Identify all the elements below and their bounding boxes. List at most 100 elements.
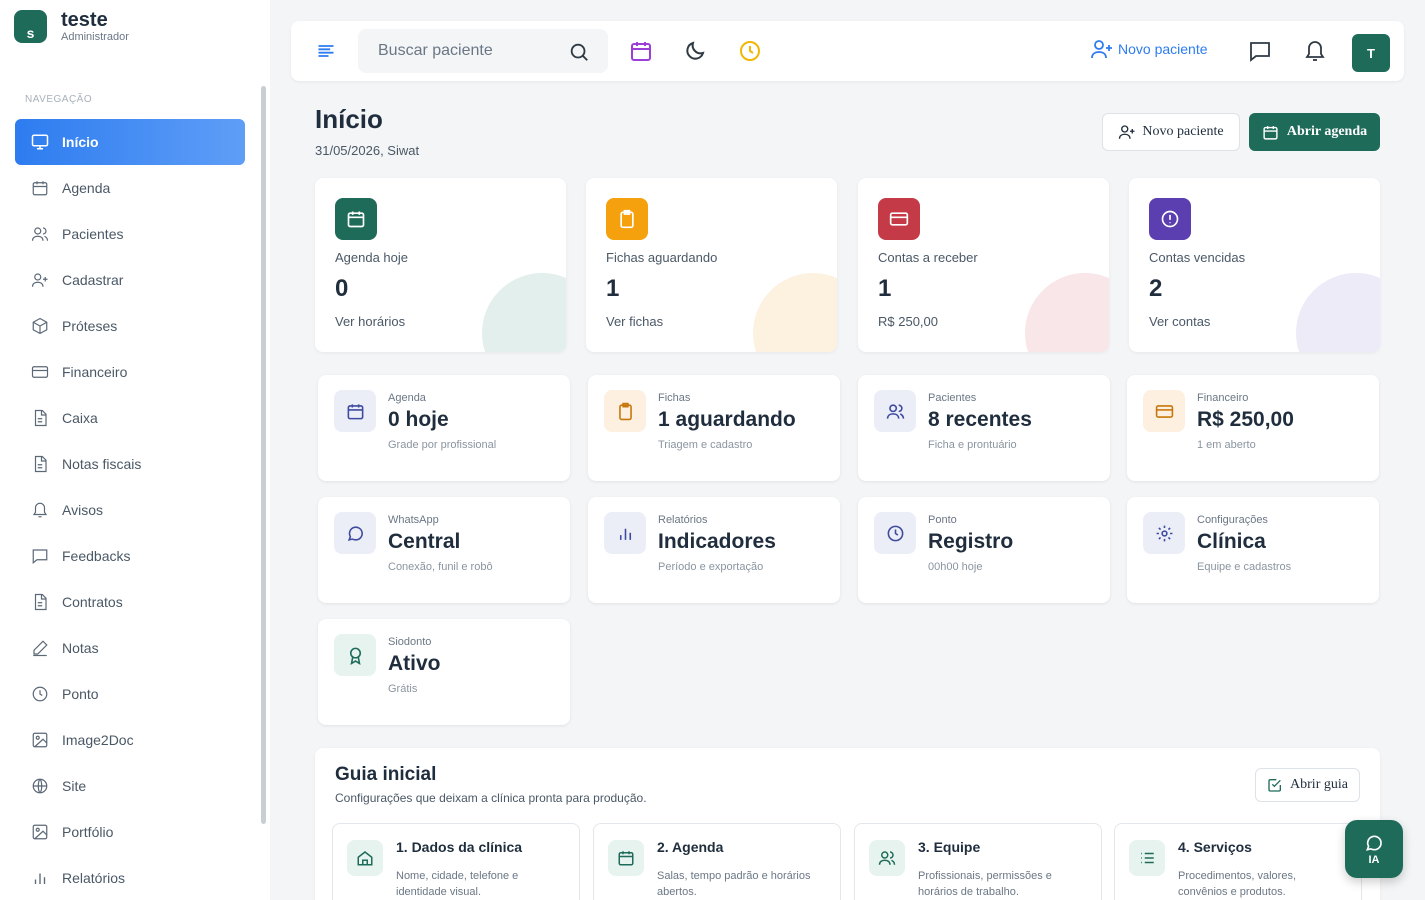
stat-badge bbox=[878, 198, 920, 240]
stat-decoration bbox=[1296, 273, 1380, 352]
topbar: Novo paciente T bbox=[291, 21, 1404, 81]
open-guide-button[interactable]: Abrir guia bbox=[1255, 768, 1360, 802]
nav-caption: NAVEGAÇÃO bbox=[25, 94, 93, 105]
pen-icon bbox=[33, 640, 48, 657]
guide-step-servicos[interactable]: 4. Serviços Procedimentos, valores, conv… bbox=[1114, 823, 1362, 900]
guide-step-badge bbox=[608, 840, 644, 876]
sidebar-item-label: Notas fiscais bbox=[62, 456, 142, 472]
module-badge bbox=[334, 634, 376, 676]
moon-icon[interactable] bbox=[683, 39, 707, 63]
stat-badge bbox=[335, 198, 377, 240]
sidebar-item-feedbacks[interactable]: Feedbacks bbox=[15, 533, 245, 579]
guide-step-badge bbox=[869, 840, 905, 876]
menu-icon[interactable] bbox=[315, 41, 337, 61]
sidebar-item-inicio[interactable]: Início bbox=[15, 119, 245, 165]
module-title: Registro bbox=[928, 530, 1014, 553]
calendar-icon bbox=[32, 181, 48, 196]
sidebar-item-proteses[interactable]: Próteses bbox=[15, 303, 245, 349]
sidebar-item-image2doc[interactable]: Image2Doc bbox=[15, 717, 245, 763]
module-card-configuracoes[interactable]: Configurações Clínica Equipe e cadastros bbox=[1127, 497, 1379, 603]
module-card-relatorios[interactable]: Relatórios Indicadores Período e exporta… bbox=[588, 497, 840, 603]
module-title: Central bbox=[388, 530, 461, 553]
module-caption: Pacientes bbox=[928, 392, 977, 404]
clock-icon[interactable] bbox=[738, 39, 762, 63]
sidebar-item-pacientes[interactable]: Pacientes bbox=[15, 211, 245, 257]
bell-icon[interactable] bbox=[1303, 39, 1327, 63]
module-card-ponto[interactable]: Ponto Registro 00h00 hoje bbox=[858, 497, 1110, 603]
module-title: 8 recentes bbox=[928, 408, 1032, 431]
module-card-whatsapp[interactable]: WhatsApp Central Conexão, funil e robô bbox=[318, 497, 570, 603]
sidebar-item-avisos[interactable]: Avisos bbox=[15, 487, 245, 533]
image-icon bbox=[32, 824, 48, 840]
new-patient-link[interactable]: Novo paciente bbox=[1090, 37, 1208, 61]
stat-badge bbox=[606, 198, 648, 240]
sidebar-scrollbar[interactable] bbox=[261, 86, 266, 824]
stat-card-fichas-aguardando[interactable]: Fichas aguardando 1 Ver fichas bbox=[586, 178, 837, 352]
guide-step-agenda[interactable]: 2. Agenda Salas, tempo padrão e horários… bbox=[593, 823, 841, 900]
sidebar-item-relatorios[interactable]: Relatórios bbox=[15, 855, 245, 900]
sidebar-item-caixa[interactable]: Caixa bbox=[15, 395, 245, 441]
stat-link[interactable]: Ver horários bbox=[335, 314, 405, 329]
sidebar-item-site[interactable]: Site bbox=[15, 763, 245, 809]
guide-step-title: 2. Agenda bbox=[657, 839, 724, 855]
module-badge bbox=[334, 512, 376, 554]
sidebar-item-portfolio[interactable]: Portfólio bbox=[15, 809, 245, 855]
open-agenda-button[interactable]: Abrir agenda bbox=[1249, 113, 1380, 151]
message-icon[interactable] bbox=[1248, 39, 1272, 63]
stat-badge bbox=[1149, 198, 1191, 240]
sidebar-item-notas[interactable]: Notas bbox=[15, 625, 245, 671]
stat-value: 2 bbox=[1149, 275, 1163, 302]
monitor-icon bbox=[31, 134, 49, 150]
sidebar-item-ponto[interactable]: Ponto bbox=[15, 671, 245, 717]
module-title: R$ 250,00 bbox=[1197, 408, 1294, 431]
sidebar-item-financeiro[interactable]: Financeiro bbox=[15, 349, 245, 395]
calendar-icon bbox=[347, 403, 363, 419]
stat-card-agenda-hoje[interactable]: Agenda hoje 0 Ver horários bbox=[315, 178, 566, 352]
guide-step-badge bbox=[1129, 840, 1165, 876]
module-card-siodonto[interactable]: Siodonto Ativo Grátis bbox=[318, 619, 570, 725]
sidebar-item-notas-fiscais[interactable]: Notas fiscais bbox=[15, 441, 245, 487]
brand-role: Administrador bbox=[61, 31, 129, 43]
module-card-pacientes[interactable]: Pacientes 8 recentes Ficha e prontuário bbox=[858, 375, 1110, 481]
search-input[interactable] bbox=[358, 29, 558, 73]
module-card-financeiro[interactable]: Financeiro R$ 250,00 1 em aberto bbox=[1127, 375, 1379, 481]
module-card-agenda[interactable]: Agenda 0 hoje Grade por profissional bbox=[318, 375, 570, 481]
stat-card-contas-vencidas[interactable]: Contas vencidas 2 Ver contas bbox=[1129, 178, 1380, 352]
clipboard-icon bbox=[620, 209, 634, 229]
document-icon bbox=[34, 593, 47, 611]
module-desc: Ficha e prontuário bbox=[928, 439, 1017, 451]
message-circle-icon bbox=[347, 525, 363, 541]
ia-assistant-button[interactable]: IA bbox=[1345, 820, 1403, 878]
stat-card-contas-a-receber[interactable]: Contas a receber 1 R$ 250,00 bbox=[858, 178, 1109, 352]
ia-label: IA bbox=[1368, 853, 1380, 866]
sidebar-item-contratos[interactable]: Contratos bbox=[15, 579, 245, 625]
sidebar-item-label: Agenda bbox=[62, 180, 111, 196]
avatar[interactable]: T bbox=[1352, 34, 1390, 72]
module-caption: WhatsApp bbox=[388, 514, 439, 526]
guide-step-dados-clinica[interactable]: 1. Dados da clínica Nome, cidade, telefo… bbox=[332, 823, 580, 900]
new-patient-button[interactable]: Novo paciente bbox=[1102, 113, 1240, 151]
user-plus-icon bbox=[1119, 125, 1135, 139]
stat-decoration bbox=[753, 273, 837, 352]
alert-circle-icon bbox=[1161, 210, 1179, 228]
sidebar-item-label: Portfólio bbox=[62, 824, 114, 840]
sidebar-item-label: Image2Doc bbox=[62, 732, 134, 748]
document-icon bbox=[34, 455, 47, 473]
module-desc: Conexão, funil e robô bbox=[388, 561, 493, 573]
sidebar-item-agenda[interactable]: Agenda bbox=[15, 165, 245, 211]
user-plus-icon bbox=[1091, 40, 1112, 59]
guide-step-title: 4. Serviços bbox=[1178, 839, 1252, 855]
stat-link[interactable]: Ver contas bbox=[1149, 314, 1210, 329]
stat-link[interactable]: Ver fichas bbox=[606, 314, 663, 329]
stat-sub: R$ 250,00 bbox=[878, 314, 938, 329]
guide-step-equipe[interactable]: 3. Equipe Profissionais, permissões e ho… bbox=[854, 823, 1102, 900]
brand[interactable]: s teste Administrador bbox=[14, 9, 129, 43]
sidebar-item-label: Cadastrar bbox=[62, 272, 124, 288]
module-title: 1 aguardando bbox=[658, 408, 796, 431]
module-card-fichas[interactable]: Fichas 1 aguardando Triagem e cadastro bbox=[588, 375, 840, 481]
calendar-icon[interactable] bbox=[629, 39, 653, 63]
sidebar-item-label: Ponto bbox=[62, 686, 99, 702]
search-icon[interactable] bbox=[568, 41, 590, 63]
sidebar-item-cadastrar[interactable]: Cadastrar bbox=[15, 257, 245, 303]
sidebar-item-label: Feedbacks bbox=[62, 548, 131, 564]
